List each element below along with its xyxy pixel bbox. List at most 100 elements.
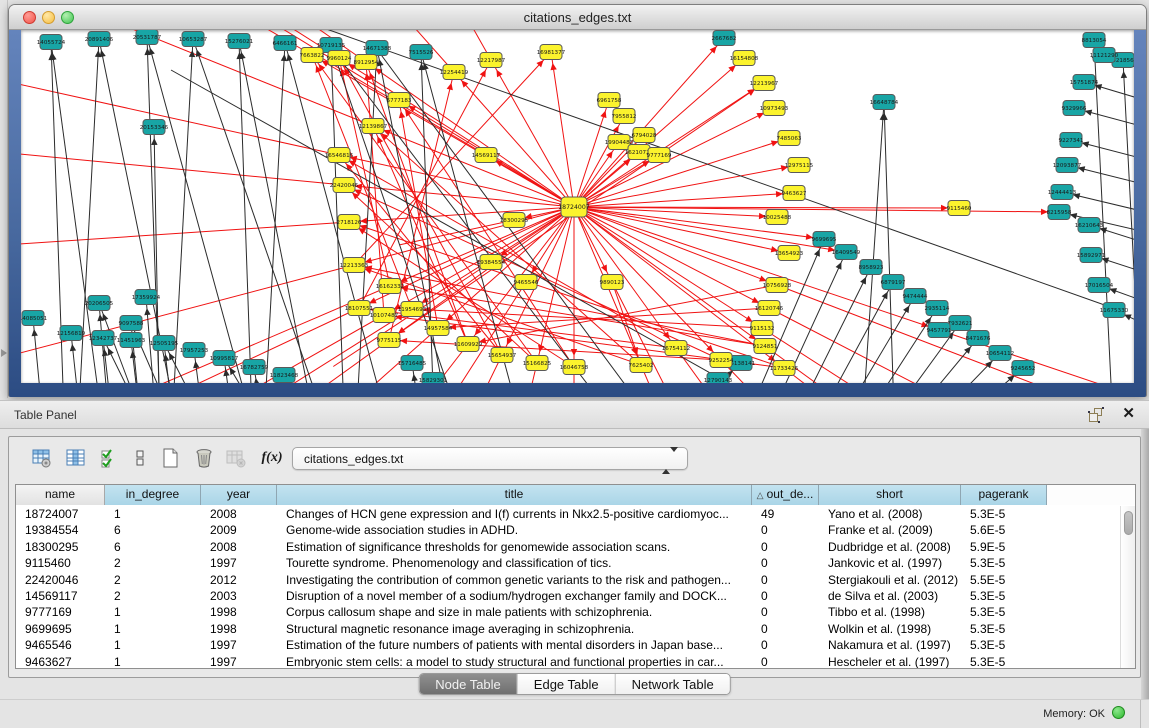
create-table-icon[interactable]: [157, 445, 183, 471]
scrollbar-thumb[interactable]: [1124, 511, 1133, 535]
graph-node[interactable]: 14671388: [363, 41, 392, 56]
graph-node[interactable]: 18724007: [558, 197, 590, 217]
memory-status-icon[interactable]: [1112, 706, 1125, 719]
graph-node[interactable]: 9465546: [514, 275, 539, 290]
cell-year[interactable]: 2012: [201, 572, 277, 588]
graph-node[interactable]: 22420046: [330, 178, 359, 193]
graph-node[interactable]: 2718126: [337, 215, 362, 230]
delete-column-icon[interactable]: [191, 445, 217, 471]
graph-node[interactable]: 16754112: [662, 341, 690, 356]
cell-name[interactable]: 9115460: [16, 555, 105, 571]
graph-node[interactable]: 14957584: [424, 321, 453, 336]
graph-node[interactable]: 15654937: [488, 348, 517, 363]
cell-name[interactable]: 9777169: [16, 604, 105, 620]
cell-name[interactable]: 18300295: [16, 539, 105, 555]
graph-node[interactable]: 9463627: [782, 186, 807, 201]
graph-node[interactable]: 9245652: [1011, 361, 1036, 376]
cell-pagerank[interactable]: 5.3E-5: [961, 654, 1047, 669]
graph-node[interactable]: 12093877: [1053, 158, 1082, 173]
cell-in_degree[interactable]: 1: [105, 621, 201, 637]
cell-in_degree[interactable]: 1: [105, 637, 201, 653]
cell-title[interactable]: Structural magnetic resonance image aver…: [277, 621, 752, 637]
table-row[interactable]: 911546021997Tourette syndrome. Phenomeno…: [16, 555, 1120, 571]
tab-edge-table[interactable]: Edge Table: [518, 674, 616, 694]
graph-node[interactable]: 18107551: [345, 301, 374, 316]
cell-pagerank[interactable]: 5.3E-5: [961, 604, 1047, 620]
cell-out_de[interactable]: 0: [752, 588, 819, 604]
graph-node[interactable]: 16120746: [755, 301, 784, 316]
window-titlebar[interactable]: citations_edges.txt: [9, 5, 1146, 30]
cell-out_de[interactable]: 0: [752, 604, 819, 620]
graph-node[interactable]: 20891406: [85, 32, 114, 47]
cell-year[interactable]: 1997: [201, 654, 277, 669]
column-header-pagerank[interactable]: pagerank: [961, 485, 1047, 505]
cell-title[interactable]: Changes of HCN gene expression and I(f) …: [277, 506, 752, 522]
graph-node[interactable]: 10995817: [210, 351, 239, 366]
graph-node[interactable]: 20206505: [85, 296, 114, 311]
cell-year[interactable]: 2003: [201, 588, 277, 604]
graph-node[interactable]: 10107487: [370, 308, 399, 323]
graph-node[interactable]: 16162332: [376, 279, 404, 294]
cell-name[interactable]: 9465546: [16, 637, 105, 653]
graph-node[interactable]: 6961758: [597, 93, 622, 108]
cell-out_de[interactable]: 0: [752, 621, 819, 637]
graph-node[interactable]: 12342737: [89, 331, 118, 346]
graph-node[interactable]: 17016504: [1085, 278, 1114, 293]
graph-node[interactable]: 12505195: [150, 336, 179, 351]
graph-node[interactable]: 12444413: [1048, 185, 1077, 200]
graph-node[interactable]: 7955812: [612, 109, 637, 124]
graph-node[interactable]: 7663822: [300, 48, 325, 63]
tab-network-table[interactable]: Network Table: [616, 674, 730, 694]
cell-in_degree[interactable]: 2: [105, 555, 201, 571]
table-row[interactable]: 1456911722003Disruption of a novel membe…: [16, 588, 1120, 604]
graph-node[interactable]: 12213967: [750, 76, 779, 91]
cell-in_degree[interactable]: 2: [105, 588, 201, 604]
cell-year[interactable]: 1998: [201, 621, 277, 637]
graph-node[interactable]: 9457791: [927, 323, 952, 338]
graph-node[interactable]: 11954693: [398, 302, 427, 317]
column-header-year[interactable]: year: [201, 485, 277, 505]
cell-title[interactable]: Estimation of significance thresholds fo…: [277, 539, 752, 555]
cell-out_de[interactable]: 0: [752, 522, 819, 538]
graph-node[interactable]: 18300295: [500, 213, 529, 228]
graph-node[interactable]: 16210643: [1075, 218, 1104, 233]
graph-node[interactable]: 15892971: [1077, 248, 1106, 263]
cell-title[interactable]: Embryonic stem cells: a model to study s…: [277, 654, 752, 669]
cell-title[interactable]: Tourette syndrome. Phenomenology and cla…: [277, 555, 752, 571]
graph-node[interactable]: 8813054: [1082, 33, 1107, 48]
graph-node[interactable]: 9474444: [903, 289, 928, 304]
graph-node[interactable]: 9115460: [947, 201, 972, 216]
cell-short[interactable]: Wolkin et al. (1998): [819, 621, 961, 637]
graph-node[interactable]: 15166825: [523, 356, 552, 371]
graph-node[interactable]: 13654923: [775, 246, 804, 261]
network-canvas[interactable]: 1405572420891406205317871065328715276021…: [21, 30, 1134, 383]
graph-node[interactable]: 9115132: [750, 321, 775, 336]
graph-node[interactable]: 6466161: [273, 36, 298, 51]
cell-in_degree[interactable]: 1: [105, 654, 201, 669]
cell-in_degree[interactable]: 6: [105, 522, 201, 538]
cell-short[interactable]: Nakamura et al. (1997): [819, 637, 961, 653]
graph-node[interactable]: 9329966: [1062, 101, 1087, 116]
function-builder-icon[interactable]: f(x): [259, 445, 285, 471]
graph-node[interactable]: 16981377: [537, 45, 566, 60]
select-mode-icon[interactable]: [97, 445, 123, 471]
cell-title[interactable]: Disruption of a novel member of a sodium…: [277, 588, 752, 604]
cell-name[interactable]: 9699695: [16, 621, 105, 637]
graph-node[interactable]: 7515526: [409, 45, 434, 60]
table-row[interactable]: 977716911998Corpus callosum shape and si…: [16, 604, 1120, 620]
graph-node[interactable]: 10654112: [986, 346, 1014, 361]
cell-title[interactable]: Corpus callosum shape and size in male p…: [277, 604, 752, 620]
graph-node[interactable]: 10025488: [763, 210, 792, 225]
cell-year[interactable]: 2009: [201, 522, 277, 538]
column-header-short[interactable]: short: [819, 485, 961, 505]
graph-node[interactable]: 14085051: [21, 311, 48, 326]
graph-node[interactable]: 9252254: [709, 353, 734, 368]
table-row[interactable]: 2242004622012Investigating the contribut…: [16, 572, 1120, 588]
cell-pagerank[interactable]: 5.3E-5: [961, 555, 1047, 571]
cell-year[interactable]: 1997: [201, 555, 277, 571]
graph-node[interactable]: 11451963: [117, 333, 146, 348]
graph-node[interactable]: 9960124: [327, 51, 352, 66]
table-row[interactable]: 969969511998Structural magnetic resonanc…: [16, 621, 1120, 637]
cell-year[interactable]: 2008: [201, 539, 277, 555]
graph-node[interactable]: 7485063: [777, 131, 802, 146]
